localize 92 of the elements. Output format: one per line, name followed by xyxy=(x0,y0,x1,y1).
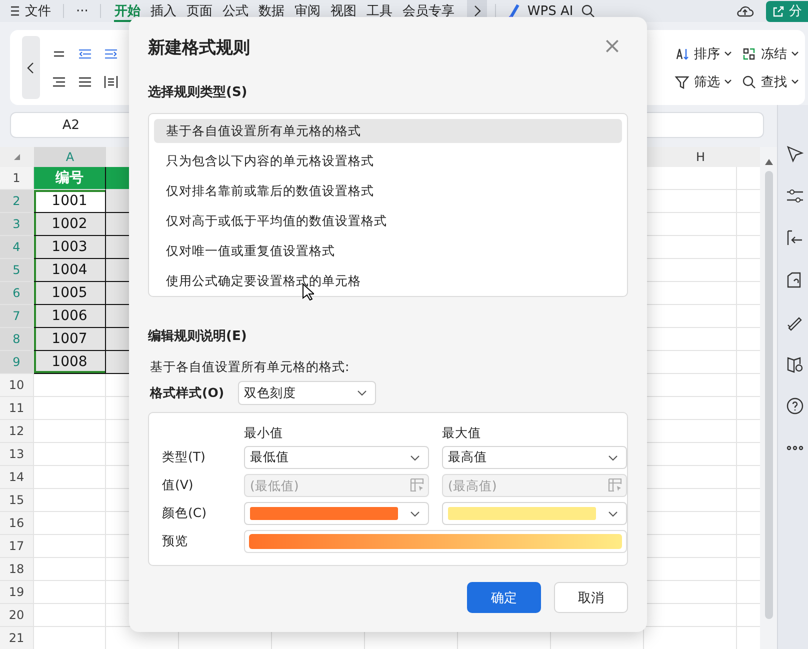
field-label: 预览 xyxy=(162,533,189,550)
name-box[interactable]: A2 xyxy=(10,112,132,138)
frame-icon[interactable] xyxy=(786,229,804,247)
cancel-button[interactable]: 取消 xyxy=(554,582,628,613)
table-cell: 1008 xyxy=(34,351,106,374)
toolbar-button[interactable]: 筛选 xyxy=(674,68,741,96)
ribbon-tab[interactable]: 工具 xyxy=(361,0,398,22)
list-item[interactable]: 仅对排名靠前或靠后的数值设置格式 xyxy=(154,179,622,203)
ribbon-tab[interactable]: 开始 xyxy=(109,0,146,22)
description-text: 基于各自值设置所有单元格的格式: xyxy=(150,359,350,375)
scroll-up-icon[interactable] xyxy=(764,159,772,165)
share-icon xyxy=(772,5,784,17)
row-header[interactable]: 20 xyxy=(0,604,34,627)
row-header[interactable]: 14 xyxy=(0,466,34,489)
ribbon-tab[interactable]: 插入 xyxy=(145,0,182,22)
section-heading: 选择规则类型(S) xyxy=(148,84,248,102)
field-label: 值(V) xyxy=(162,477,194,494)
row-header[interactable]: 12 xyxy=(0,420,34,443)
corner-icon xyxy=(13,153,21,161)
field-label: 颜色(C) xyxy=(162,505,208,522)
caret-icon xyxy=(791,50,799,56)
table-cell: 1002 xyxy=(34,213,106,236)
book-icon[interactable] xyxy=(786,355,804,373)
caret-icon xyxy=(724,78,732,84)
search-icon xyxy=(741,74,757,90)
table-cell: 1004 xyxy=(34,259,106,282)
section-heading: 编辑规则说明(E) xyxy=(148,328,248,346)
freeze-panes-icon xyxy=(741,46,757,62)
column-label: 最大值 xyxy=(442,425,482,441)
menu-icon xyxy=(10,5,20,17)
table-cell: 1005 xyxy=(34,282,106,305)
caret-icon xyxy=(410,454,420,460)
header-cell: 编号 xyxy=(34,167,106,190)
toolbar-button[interactable]: 冻结 xyxy=(741,40,805,68)
ribbon-tab[interactable]: 会员专享 xyxy=(397,0,460,22)
caret-icon xyxy=(410,510,420,516)
ribbon-tab[interactable]: 视图 xyxy=(325,0,362,22)
row-header[interactable]: 15 xyxy=(0,489,34,512)
toolbar-button[interactable]: 排序 xyxy=(674,40,741,68)
chevron-right-icon xyxy=(473,5,482,17)
ribbon-tab[interactable]: 数据 xyxy=(253,0,290,22)
row-header[interactable]: 13 xyxy=(0,443,34,466)
ai-button[interactable]: WPS AI xyxy=(504,0,578,22)
chevron-left-icon xyxy=(27,62,35,74)
caret-icon xyxy=(357,390,368,396)
vertical-scrollbar[interactable] xyxy=(760,147,777,649)
column-label: 最小值 xyxy=(244,425,284,441)
slash-icon xyxy=(508,4,522,18)
row-header[interactable]: 1 xyxy=(0,167,34,190)
row-header[interactable]: 17 xyxy=(0,535,34,558)
sliders-icon[interactable] xyxy=(786,187,804,205)
table-cell: 1003 xyxy=(34,236,106,259)
list-item[interactable]: 只为包含以下内容的单元格设置格式 xyxy=(154,149,622,173)
cloud-icon xyxy=(736,4,754,18)
column-header[interactable]: H xyxy=(664,147,737,167)
caret-icon xyxy=(791,78,799,84)
row-header[interactable]: 11 xyxy=(0,397,34,420)
row-header[interactable]: 21 xyxy=(0,627,34,649)
list-item[interactable]: 仅对唯一值或重复值设置格式 xyxy=(154,239,622,263)
row-header[interactable]: 16 xyxy=(0,512,34,535)
caret-icon xyxy=(724,50,732,56)
search-icon xyxy=(581,4,596,18)
color-dropdown[interactable] xyxy=(442,502,627,525)
rule-type-list[interactable]: 基于各自值设置所有单元格的格式 只为包含以下内容的单元格设置格式 仅对排名靠前或靠后的数值设置格式 仅对高于或低于平均值的数值设置格式 仅对唯一值或重复值设置格式 使用公式确定要设置格式的单元格 xyxy=(148,113,628,297)
table-cell: 1007 xyxy=(34,328,106,351)
dialog-title: 新建格式规则 xyxy=(148,36,250,58)
list-item[interactable]: 使用公式确定要设置格式的单元格 xyxy=(154,269,622,293)
confirm-button[interactable]: 确定 xyxy=(467,582,541,613)
row-header[interactable]: 10 xyxy=(0,374,34,397)
pointer-icon[interactable] xyxy=(786,145,804,163)
table-cell: 1006 xyxy=(34,305,106,328)
caret-icon xyxy=(608,454,618,460)
field-label: 类型(T) xyxy=(162,449,206,466)
share-button[interactable]: 分 xyxy=(766,0,808,22)
color-dropdown[interactable] xyxy=(244,502,429,525)
row-header[interactable]: 19 xyxy=(0,581,34,604)
row-header[interactable]: 18 xyxy=(0,558,34,581)
filter-icon xyxy=(674,74,690,90)
table-cell: 1001 xyxy=(34,190,106,213)
ribbon-tab[interactable]: 页面 xyxy=(181,0,218,22)
ribbon-tab[interactable]: 公式 xyxy=(217,0,254,22)
ribbon-tab[interactable]: 审阅 xyxy=(289,0,326,22)
list-item[interactable]: 仅对高于或低于平均值的数值设置格式 xyxy=(154,209,622,233)
more-button[interactable]: ··· xyxy=(72,0,92,22)
file-menu[interactable]: 文件 xyxy=(6,0,55,22)
align-icon[interactable] xyxy=(103,74,119,90)
caret-icon xyxy=(608,510,618,516)
field-label: 格式样式(O) xyxy=(150,384,224,402)
format-style-dropdown[interactable]: 双色刻度 xyxy=(238,381,376,405)
list-item[interactable]: 基于各自值设置所有单元格的格式 xyxy=(154,119,622,143)
help-icon[interactable] xyxy=(786,397,804,415)
toolbar-button[interactable]: 查找 xyxy=(741,68,805,96)
